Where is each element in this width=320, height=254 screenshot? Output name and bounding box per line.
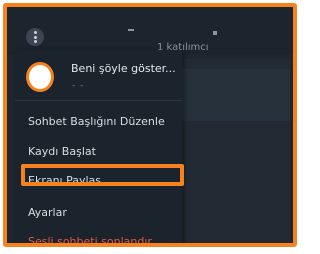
display-as-label: Beni şöyle göster... <box>71 62 176 75</box>
participant-row <box>180 69 290 121</box>
menu-item-start-recording[interactable]: Kaydı Başlat <box>28 145 96 158</box>
participants-panel <box>180 59 290 243</box>
menu-item-settings[interactable]: Ayarlar <box>28 206 67 219</box>
display-as-option[interactable]: Beni şöyle göster... - - <box>15 50 182 96</box>
menu-divider <box>15 100 182 101</box>
avatar <box>26 62 54 92</box>
options-menu: Beni şöyle göster... - - Sohbet Başlığın… <box>15 50 184 243</box>
chat-title-fragment <box>128 29 134 31</box>
menu-item-edit-title[interactable]: Sohbet Başlığını Düzenle <box>28 115 165 128</box>
voice-chat-header: 1 katılımcı <box>7 7 293 55</box>
screenshot-frame: 1 katılımcı Beni şöyle göster... - - Soh… <box>3 3 297 247</box>
share-screen-highlight <box>21 164 184 186</box>
more-options-icon[interactable] <box>26 28 44 46</box>
menu-item-end-voice-chat[interactable]: Sesli sohbeti sonlandır <box>28 235 152 243</box>
display-as-subtitle: - - <box>72 81 85 91</box>
chat-title-fragment-end <box>213 31 217 35</box>
